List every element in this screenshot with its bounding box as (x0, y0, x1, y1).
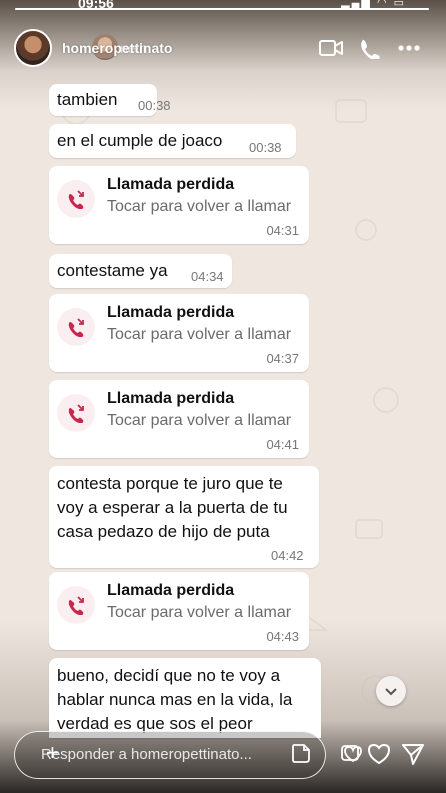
missed-call-icon (57, 180, 95, 218)
message-text: contestame ya (57, 261, 168, 280)
share-icon[interactable] (358, 37, 384, 61)
video-call-icon[interactable] (318, 37, 344, 59)
message-time: 04:43 (266, 629, 299, 644)
call-subtitle: Tocar para volver a llamar (107, 198, 292, 215)
status-bar: 09:56 ▂▄▆ ◠ ▭ (0, 0, 446, 14)
chat-contact-name-overlap: neth (120, 40, 148, 56)
story-username[interactable]: homeropettinato (62, 40, 172, 56)
missed-call-icon (57, 308, 95, 346)
status-time: 09:56 (78, 0, 114, 11)
heart-icon[interactable] (366, 741, 392, 767)
more-icon[interactable] (396, 37, 422, 59)
message-bubble: bueno, decidí que no te voy a hablar nun… (49, 658, 321, 738)
message-bubble: contestame ya 04:34 (49, 254, 232, 288)
message-text-line: contesta porque te juro que te (57, 474, 283, 493)
sticker-icon[interactable] (290, 742, 312, 764)
chevron-down-icon (385, 688, 397, 696)
call-title: Llamada perdida (107, 176, 235, 193)
message-bubble: tambien 00:38 (49, 84, 171, 116)
system-status-icons: ▂▄▆ ◠ ▭ (341, 0, 406, 9)
message-time: 00:38 (138, 98, 171, 113)
call-subtitle: Tocar para volver a llamar (107, 412, 292, 429)
message-time: 04:31 (266, 223, 299, 238)
message-text: tambien (57, 90, 118, 109)
reply-input[interactable]: Responder a homeropettinato... (14, 731, 326, 779)
call-title: Llamada perdida (107, 304, 235, 321)
story-header: homeropettinato neth (0, 28, 446, 72)
message-text: en el cumple de joaco (57, 131, 223, 150)
message-time: 04:37 (266, 351, 299, 366)
message-time: 04:42 (271, 548, 304, 563)
call-subtitle: Tocar para volver a llamar (107, 326, 292, 343)
emoji-reaction-icon[interactable] (340, 741, 366, 767)
reply-placeholder: Responder a homeropettinato... (41, 746, 252, 763)
missed-call-icon (57, 394, 95, 432)
message-text-line: hablar nunca mas en la vida, la (57, 690, 293, 709)
missed-call-bubble[interactable]: Llamada perdida Tocar para volver a llam… (49, 294, 309, 372)
call-title: Llamada perdida (107, 582, 235, 599)
message-text-line: voy a esperar a la puerta de tu (57, 498, 288, 517)
message-text-line: bueno, decidí que no te voy a (57, 666, 281, 685)
message-text-line: casa pedazo de hijo de puta (57, 522, 270, 541)
message-bubble: contesta porque te juro que te voy a esp… (49, 466, 319, 568)
missed-call-bubble[interactable]: Llamada perdida Tocar para volver a llam… (49, 166, 309, 244)
plus-icon: + (46, 740, 59, 765)
missed-call-bubble[interactable]: Llamada perdida Tocar para volver a llam… (49, 572, 309, 650)
send-icon[interactable] (400, 741, 426, 767)
missed-call-bubble[interactable]: Llamada perdida Tocar para volver a llam… (49, 380, 309, 458)
call-subtitle: Tocar para volver a llamar (107, 604, 292, 621)
message-time: 04:41 (266, 437, 299, 452)
scroll-down-button[interactable] (376, 676, 406, 706)
avatar[interactable] (14, 29, 52, 67)
message-bubble: en el cumple de joaco 00:38 (49, 124, 296, 158)
call-title: Llamada perdida (107, 390, 235, 407)
message-time: 00:38 (249, 140, 282, 155)
message-time: 04:34 (191, 269, 224, 284)
missed-call-icon (57, 586, 95, 624)
